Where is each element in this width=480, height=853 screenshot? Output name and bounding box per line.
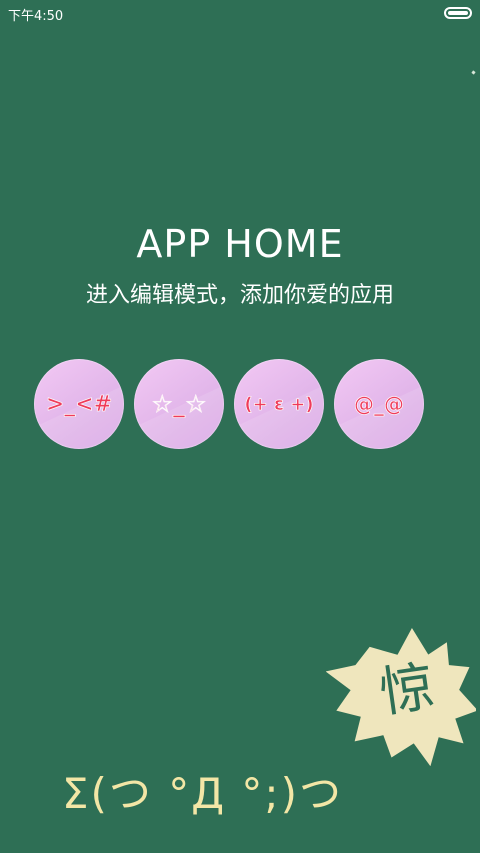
speck-decoration [471, 70, 476, 75]
battery-icon [444, 7, 472, 19]
surprise-char: 惊 [375, 654, 439, 725]
app-slot-face: (+ ε +) [244, 393, 314, 415]
app-slot-1[interactable]: >_<# [34, 359, 124, 449]
page-subtitle: 进入编辑模式，添加你爱的应用 [85, 283, 394, 308]
app-slot-face: ☆_☆ [151, 390, 207, 419]
app-slot-2[interactable]: ☆_☆ [134, 359, 224, 449]
status-time: 下午4:50 [8, 9, 64, 24]
app-slot-face: >_<# [45, 391, 113, 417]
status-bar: 下午4:50 [0, 0, 480, 28]
app-slot-4[interactable]: @_@ [334, 359, 424, 449]
battery-level [448, 11, 468, 15]
kaomoji-text: Σ(つ °Д °;)つ [62, 769, 343, 818]
app-slot-face: @_@ [354, 392, 405, 417]
app-slot-3[interactable]: (+ ε +) [234, 359, 324, 449]
page-title: APP HOME [136, 222, 344, 266]
